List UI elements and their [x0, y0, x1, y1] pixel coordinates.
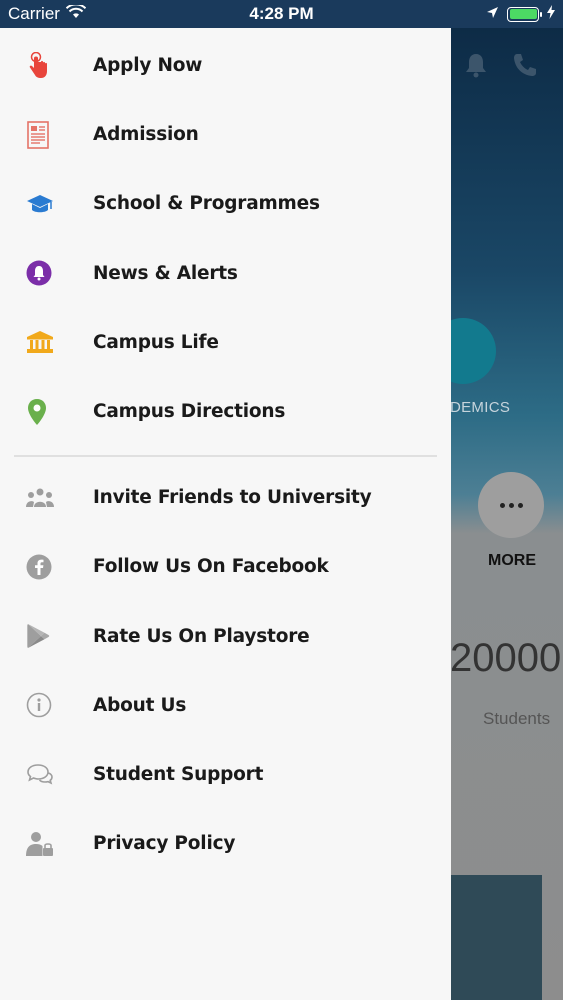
menu-item-admission[interactable]: Admission — [0, 100, 451, 169]
chat-icon — [0, 762, 93, 786]
people-icon — [0, 487, 93, 509]
battery-indicator — [507, 6, 542, 22]
menu-item-school-programmes[interactable]: School & Programmes — [0, 169, 451, 238]
menu-item-label: Privacy Policy — [93, 833, 236, 855]
menu-item-playstore[interactable]: Rate Us On Playstore — [0, 602, 451, 671]
menu-item-facebook[interactable]: Follow Us On Facebook — [0, 532, 451, 601]
students-label: Students — [483, 709, 551, 728]
menu-item-label: Campus Directions — [93, 401, 286, 423]
bell-icon[interactable] — [464, 52, 488, 83]
menu-item-campus-directions[interactable]: Campus Directions — [0, 377, 451, 446]
academics-label: DEMICS — [450, 399, 511, 416]
secondary-menu: Invite Friends to University Follow Us O… — [0, 463, 451, 878]
facebook-icon — [0, 554, 93, 580]
background-tile — [451, 875, 542, 1000]
menu-item-label: Campus Life — [93, 331, 219, 353]
phone-icon[interactable] — [512, 52, 538, 83]
menu-item-label: Admission — [93, 124, 199, 146]
institution-icon — [0, 330, 93, 354]
menu-item-apply-now[interactable]: Apply Now — [0, 31, 451, 100]
menu-item-label: About Us — [93, 694, 187, 716]
primary-menu: Apply Now Admission School & Programmes … — [0, 28, 451, 446]
menu-item-about-us[interactable]: About Us — [0, 671, 451, 740]
menu-item-news-alerts[interactable]: News & Alerts — [0, 239, 451, 308]
status-bar: Carrier 4:28 PM — [0, 0, 563, 28]
menu-item-label: School & Programmes — [93, 193, 320, 215]
user-lock-icon — [0, 831, 93, 857]
menu-item-campus-life[interactable]: Campus Life — [0, 308, 451, 377]
info-icon — [0, 692, 93, 718]
menu-item-label: Rate Us On Playstore — [93, 625, 310, 647]
navigation-drawer: Apply Now Admission School & Programmes … — [0, 28, 451, 1000]
menu-item-student-support[interactable]: Student Support — [0, 740, 451, 809]
charging-bolt-icon — [547, 4, 555, 24]
bell-icon — [0, 260, 93, 286]
menu-item-label: Student Support — [93, 763, 264, 785]
location-arrow-icon — [486, 4, 499, 24]
wifi-icon — [65, 3, 87, 24]
menu-item-label: News & Alerts — [93, 262, 238, 284]
students-count: 20000 — [450, 636, 562, 680]
carrier-label: Carrier — [8, 4, 60, 23]
more-label: MORE — [488, 552, 536, 569]
menu-divider — [14, 455, 437, 458]
hand-tap-icon — [0, 51, 93, 80]
menu-item-label: Apply Now — [93, 55, 203, 77]
more-button[interactable] — [478, 472, 544, 538]
playstore-icon — [0, 623, 93, 649]
menu-item-label: Invite Friends to University — [93, 487, 372, 509]
graduation-cap-icon — [0, 193, 93, 215]
document-icon — [0, 120, 93, 149]
menu-item-privacy-policy[interactable]: Privacy Policy — [0, 809, 451, 878]
menu-item-invite-friends[interactable]: Invite Friends to University — [0, 463, 451, 532]
menu-item-label: Follow Us On Facebook — [93, 556, 329, 578]
map-pin-icon — [0, 398, 93, 426]
